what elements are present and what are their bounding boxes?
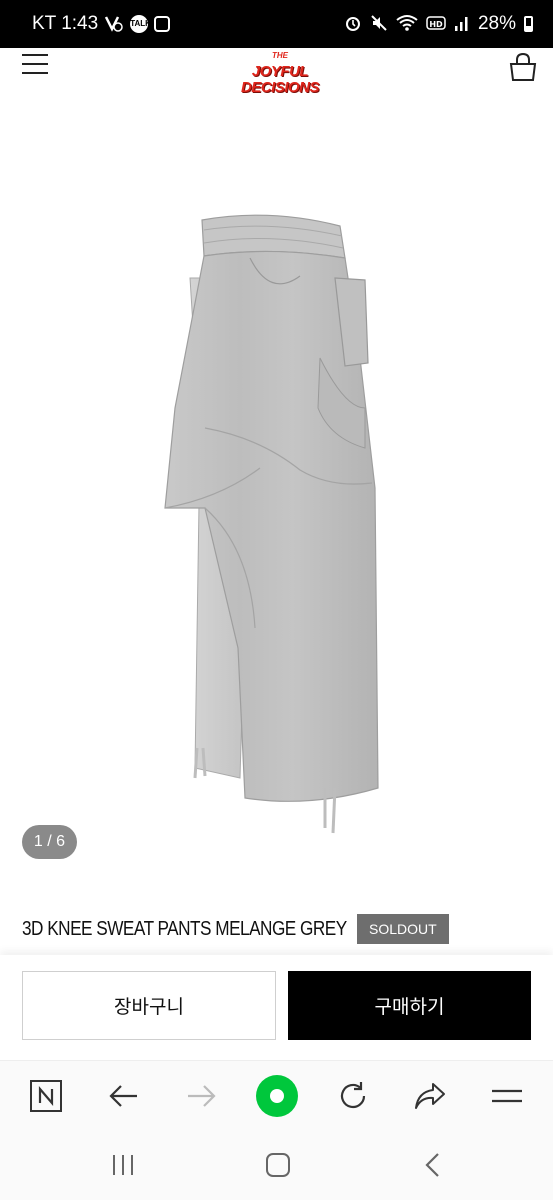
product-title-row: 3D KNEE SWEAT PANTS MELANGE GREY SOLDOUT bbox=[22, 912, 449, 946]
purchase-action-bar: 장바구니 구매하기 bbox=[0, 955, 553, 1060]
talk-icon: TALK bbox=[130, 15, 151, 33]
add-to-cart-button[interactable]: 장바구니 bbox=[22, 971, 276, 1040]
hamburger-menu-icon[interactable] bbox=[22, 54, 48, 76]
logo-line-1: JOYFUL bbox=[251, 63, 309, 80]
product-title: 3D KNEE SWEAT PANTS MELANGE GREY bbox=[22, 917, 347, 940]
browser-toolbar bbox=[0, 1060, 553, 1130]
product-image[interactable] bbox=[0, 108, 553, 878]
battery-percent: 28% bbox=[477, 13, 516, 34]
recent-apps-icon[interactable] bbox=[108, 1150, 138, 1180]
menu-icon[interactable] bbox=[489, 1078, 525, 1114]
android-navigation-bar bbox=[0, 1130, 553, 1200]
share-icon[interactable] bbox=[412, 1078, 448, 1114]
logo-line-2: DECISIONS bbox=[240, 79, 320, 96]
site-logo[interactable]: THE JOYFUL DECISIONS bbox=[230, 48, 330, 96]
battery-icon bbox=[524, 16, 533, 32]
vpn-icon bbox=[104, 14, 124, 35]
soldout-badge: SOLDOUT bbox=[357, 914, 449, 944]
back-icon[interactable] bbox=[418, 1150, 448, 1180]
carrier-time: KT 1:43 bbox=[32, 13, 99, 34]
wifi-icon bbox=[396, 14, 418, 35]
svg-text:HD: HD bbox=[429, 20, 443, 29]
buy-now-button[interactable]: 구매하기 bbox=[288, 971, 531, 1040]
image-pager: 1 / 6 bbox=[22, 825, 77, 859]
shopping-bag-icon[interactable] bbox=[508, 52, 538, 82]
status-bar: KT 1:43 TALK HD 28% bbox=[0, 0, 553, 48]
mute-icon bbox=[370, 14, 388, 35]
forward-arrow-icon[interactable] bbox=[183, 1078, 219, 1114]
instagram-icon bbox=[154, 16, 171, 32]
alarm-icon bbox=[344, 14, 362, 35]
naver-icon[interactable] bbox=[28, 1078, 64, 1114]
site-header: THE JOYFUL DECISIONS bbox=[0, 48, 553, 108]
refresh-icon[interactable] bbox=[335, 1078, 371, 1114]
hd-icon: HD bbox=[426, 14, 446, 35]
logo-top-text: THE bbox=[272, 51, 288, 60]
back-arrow-icon[interactable] bbox=[106, 1078, 142, 1114]
sweat-pants-image bbox=[164, 214, 379, 834]
home-icon[interactable] bbox=[263, 1150, 293, 1180]
green-dot-icon[interactable] bbox=[255, 1074, 299, 1118]
signal-icon bbox=[454, 14, 470, 35]
